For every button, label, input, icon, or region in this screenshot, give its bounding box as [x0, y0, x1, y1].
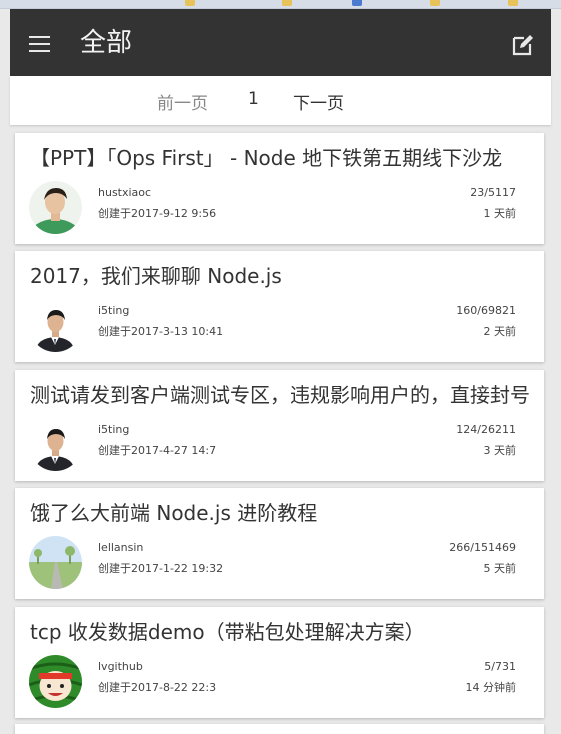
- author-name[interactable]: i5ting: [98, 304, 129, 317]
- person-suit-avatar[interactable]: [29, 418, 82, 471]
- topic-card-partial[interactable]: [15, 724, 544, 734]
- edit-pencil-icon[interactable]: [511, 33, 535, 57]
- browser-tab-favicon: [185, 0, 195, 6]
- topic-title[interactable]: 饿了么大前端 Node.js 进阶教程: [30, 498, 535, 528]
- browser-tab-favicon: [430, 0, 440, 6]
- topic-card[interactable]: 【PPT】「Ops First」 - Node 地下铁第五期线下沙龙 hustx…: [15, 133, 544, 244]
- browser-tab-favicon: [352, 0, 362, 6]
- pagination-bar: 前一页 1 下一页: [10, 76, 551, 125]
- page-title: 全部: [80, 28, 133, 58]
- last-reply-time: 2 天前: [483, 325, 517, 338]
- last-reply-time: 5 天前: [483, 562, 517, 575]
- app-header: 全部: [10, 9, 551, 76]
- author-name[interactable]: lellansin: [98, 541, 143, 554]
- current-page-number[interactable]: 1: [248, 89, 259, 109]
- topic-title[interactable]: 测试请发到客户端测试专区，违规影响用户的，直接封号: [30, 380, 535, 410]
- browser-tab-strip: [0, 0, 561, 9]
- author-name[interactable]: lvgithub: [98, 660, 143, 673]
- reply-view-counts: 5/731: [484, 660, 516, 673]
- landscape-road-avatar[interactable]: [29, 536, 82, 589]
- topic-card[interactable]: 2017，我们来聊聊 Node.js i5ting 创建于2017-3-13 1…: [15, 251, 544, 362]
- created-time: 创建于2017-9-12 9:56: [98, 207, 217, 220]
- created-time: 创建于2017-3-13 10:41: [98, 325, 224, 338]
- last-reply-time: 3 天前: [483, 444, 517, 457]
- watermelon-cartoon-avatar[interactable]: [29, 655, 82, 708]
- topic-title[interactable]: 【PPT】「Ops First」 - Node 地下铁第五期线下沙龙: [30, 143, 535, 173]
- last-reply-time: 1 天前: [483, 207, 517, 220]
- created-time: 创建于2017-1-22 19:32: [98, 562, 224, 575]
- topic-card[interactable]: 测试请发到客户端测试专区，违规影响用户的，直接封号 i5ting 创建于2017…: [15, 370, 544, 481]
- author-name[interactable]: i5ting: [98, 423, 129, 436]
- topic-card[interactable]: tcp 收发数据demo（带粘包处理解决方案） lvgithub 创建于2017…: [15, 607, 544, 718]
- hamburger-menu-icon[interactable]: [29, 36, 50, 52]
- next-page-button[interactable]: 下一页: [293, 89, 344, 114]
- browser-tab-favicon: [508, 0, 518, 6]
- browser-tab-favicon: [282, 0, 292, 6]
- prev-page-button[interactable]: 前一页: [157, 89, 208, 114]
- reply-view-counts: 266/151469: [449, 541, 516, 554]
- person-suit-avatar[interactable]: [29, 299, 82, 352]
- reply-view-counts: 124/26211: [456, 423, 516, 436]
- reply-view-counts: 23/5117: [470, 186, 516, 199]
- author-name[interactable]: hustxiaoc: [98, 186, 151, 199]
- topic-title[interactable]: tcp 收发数据demo（带粘包处理解决方案）: [30, 617, 535, 647]
- reply-view-counts: 160/69821: [456, 304, 516, 317]
- created-time: 创建于2017-8-22 22:3: [98, 681, 217, 694]
- last-reply-time: 14 分钟前: [465, 681, 517, 694]
- created-time: 创建于2017-4-27 14:7: [98, 444, 217, 457]
- topic-title[interactable]: 2017，我们来聊聊 Node.js: [30, 261, 535, 291]
- topic-card[interactable]: 饿了么大前端 Node.js 进阶教程 lellansin 创建于2017-1-…: [15, 488, 544, 599]
- person-green-avatar[interactable]: [29, 181, 82, 234]
